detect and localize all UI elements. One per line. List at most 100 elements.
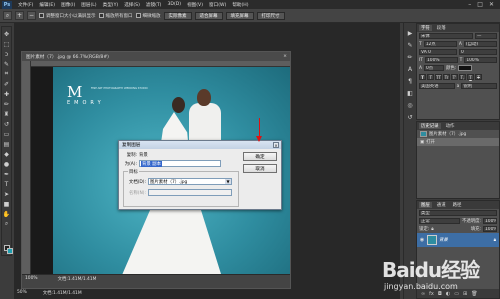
history-step[interactable]: ▣ 打开: [417, 138, 499, 146]
eraser-tool-icon[interactable]: ▭: [3, 130, 11, 138]
fill-screen-button[interactable]: 填充屏幕: [225, 11, 254, 20]
brush-tool-icon[interactable]: ✏: [3, 100, 11, 108]
font-family-select[interactable]: 宋体: [419, 33, 473, 39]
document-tab[interactable]: 图片素材（7）.jpg @ 66.7%(RGB/8#) ×: [22, 52, 290, 61]
close-icon[interactable]: ✕: [489, 1, 494, 8]
hand-tool-icon[interactable]: ✋: [3, 210, 11, 218]
pencil-icon[interactable]: ✏: [406, 53, 414, 61]
dodge-tool-icon[interactable]: ●: [3, 160, 11, 168]
tab-actions[interactable]: 动作: [444, 123, 457, 129]
menu-type[interactable]: 类型(Y): [100, 2, 122, 8]
tab-character[interactable]: 字符: [419, 25, 432, 31]
menu-window[interactable]: 窗口(W): [206, 2, 229, 8]
play-icon[interactable]: ▶: [406, 29, 414, 37]
tab-history[interactable]: 历史记录: [419, 123, 441, 129]
eye-icon[interactable]: ◉: [419, 237, 425, 243]
font-style-select[interactable]: —: [475, 33, 497, 39]
menu-filter[interactable]: 滤镜(T): [143, 2, 165, 8]
minimize-icon[interactable]: –: [468, 1, 471, 8]
path-select-icon[interactable]: ➤: [3, 190, 11, 198]
menu-image[interactable]: 图像(I): [58, 2, 78, 8]
eyedropper-icon[interactable]: ✐: [3, 80, 11, 88]
zoom-level-secondary[interactable]: 50%: [17, 290, 27, 295]
zoom-all-windows-checkbox[interactable]: 缩放所有窗口: [98, 13, 133, 19]
fill-field[interactable]: 100%: [483, 226, 497, 232]
layer-kind-select[interactable]: 类型: [419, 210, 497, 216]
tab-paths[interactable]: 路径: [451, 202, 464, 208]
tracking-field[interactable]: 0: [459, 49, 497, 55]
underline-button[interactable]: T: [467, 74, 474, 80]
print-size-button[interactable]: 打印尺寸: [256, 11, 285, 20]
language-select[interactable]: 美国英语: [419, 83, 455, 89]
paragraph-icon[interactable]: ¶: [406, 77, 414, 85]
lock-icon[interactable]: 🔒︎: [431, 226, 433, 232]
zoom-tool-icon[interactable]: ⌕: [3, 220, 11, 228]
ok-button[interactable]: 确定: [243, 152, 277, 161]
gradient-tool-icon[interactable]: ▤: [3, 140, 11, 148]
crop-tool-icon[interactable]: ⌗: [3, 70, 11, 78]
cancel-button[interactable]: 取消: [243, 164, 277, 173]
menu-view[interactable]: 视图(V): [184, 2, 206, 8]
faux-italic-button[interactable]: T: [427, 74, 434, 80]
fit-screen-button[interactable]: 适合屏幕: [194, 11, 223, 20]
document-select[interactable]: 图片素材（7）.jpg ▼: [148, 178, 232, 185]
close-icon[interactable]: ×: [273, 142, 279, 148]
blend-mode-select[interactable]: 正常: [419, 218, 460, 224]
zoom-tool-icon[interactable]: ⌕: [3, 11, 12, 20]
all-caps-button[interactable]: TT: [435, 74, 442, 80]
healing-brush-icon[interactable]: ✚: [3, 90, 11, 98]
zoom-out-icon[interactable]: −: [27, 11, 36, 20]
actual-pixels-button[interactable]: 实际像素: [163, 11, 192, 20]
blur-tool-icon[interactable]: ◆: [3, 150, 11, 158]
history-brush-icon[interactable]: ↺: [3, 120, 11, 128]
kerning-field[interactable]: VA 0: [419, 49, 457, 55]
chevron-down-icon[interactable]: ▼: [225, 179, 231, 184]
baseline-field[interactable]: 0点: [424, 65, 445, 71]
subscript-button[interactable]: T,: [459, 74, 466, 80]
menu-3d[interactable]: 3D(D): [164, 2, 184, 7]
menu-help[interactable]: 帮助(H): [229, 2, 251, 8]
checkbox-box[interactable]: [98, 13, 104, 18]
history-icon[interactable]: ↺: [406, 113, 414, 121]
quick-select-icon[interactable]: ✎: [3, 60, 11, 68]
close-icon[interactable]: ×: [283, 54, 287, 59]
strikethrough-button[interactable]: T: [475, 74, 482, 80]
tab-channels[interactable]: 通道: [435, 202, 448, 208]
checkbox-box[interactable]: [39, 13, 44, 18]
layer-name-input[interactable]: 背景 副本: [139, 160, 221, 167]
zoom-level[interactable]: 100%: [25, 276, 38, 282]
channels-icon[interactable]: ◎: [406, 101, 414, 109]
type-tool-icon[interactable]: T: [3, 180, 11, 188]
pen-tool-icon[interactable]: ✒: [3, 170, 11, 178]
horizontal-scale-field[interactable]: 100%: [464, 57, 498, 63]
tab-paragraph[interactable]: 段落: [435, 25, 448, 31]
menu-file[interactable]: 文件(F): [15, 2, 36, 8]
faux-bold-button[interactable]: T: [419, 74, 426, 80]
dialog-title-bar[interactable]: 复制图层 ×: [119, 141, 281, 149]
brush-icon[interactable]: ✎: [406, 41, 414, 49]
layer-row[interactable]: ◉ 背景 🔒︎: [417, 233, 499, 247]
font-size-field[interactable]: 12点: [423, 41, 457, 47]
menu-select[interactable]: 选择(S): [121, 2, 143, 8]
maximize-icon[interactable]: □: [477, 1, 483, 8]
superscript-button[interactable]: T': [451, 74, 458, 80]
layers-icon[interactable]: ◧: [406, 89, 414, 97]
text-icon[interactable]: A: [406, 65, 414, 73]
move-tool-icon[interactable]: ✥: [3, 30, 11, 38]
small-caps-button[interactable]: Tr: [443, 74, 450, 80]
opacity-field[interactable]: 100%: [483, 218, 497, 224]
marquee-tool-icon[interactable]: ⬚: [3, 40, 11, 48]
resize-windows-checkbox[interactable]: 调整窗口大小以满屏显示: [39, 13, 96, 19]
menu-edit[interactable]: 编辑(E): [36, 2, 58, 8]
anti-alias-select[interactable]: 锐利: [461, 83, 498, 89]
lasso-tool-icon[interactable]: ↄ: [3, 50, 11, 58]
tab-layers[interactable]: 图层: [419, 202, 432, 208]
leading-field[interactable]: (自动): [463, 41, 498, 47]
vertical-scale-field[interactable]: 100%: [424, 57, 458, 63]
checkbox-box[interactable]: [135, 13, 141, 18]
scrubby-zoom-checkbox[interactable]: 细微缩放: [135, 13, 161, 19]
background-color-swatch[interactable]: [7, 248, 13, 254]
text-color-swatch[interactable]: [458, 65, 473, 71]
history-snapshot[interactable]: 图片素材（7）.jpg: [417, 130, 499, 138]
shape-tool-icon[interactable]: ■: [3, 200, 11, 208]
